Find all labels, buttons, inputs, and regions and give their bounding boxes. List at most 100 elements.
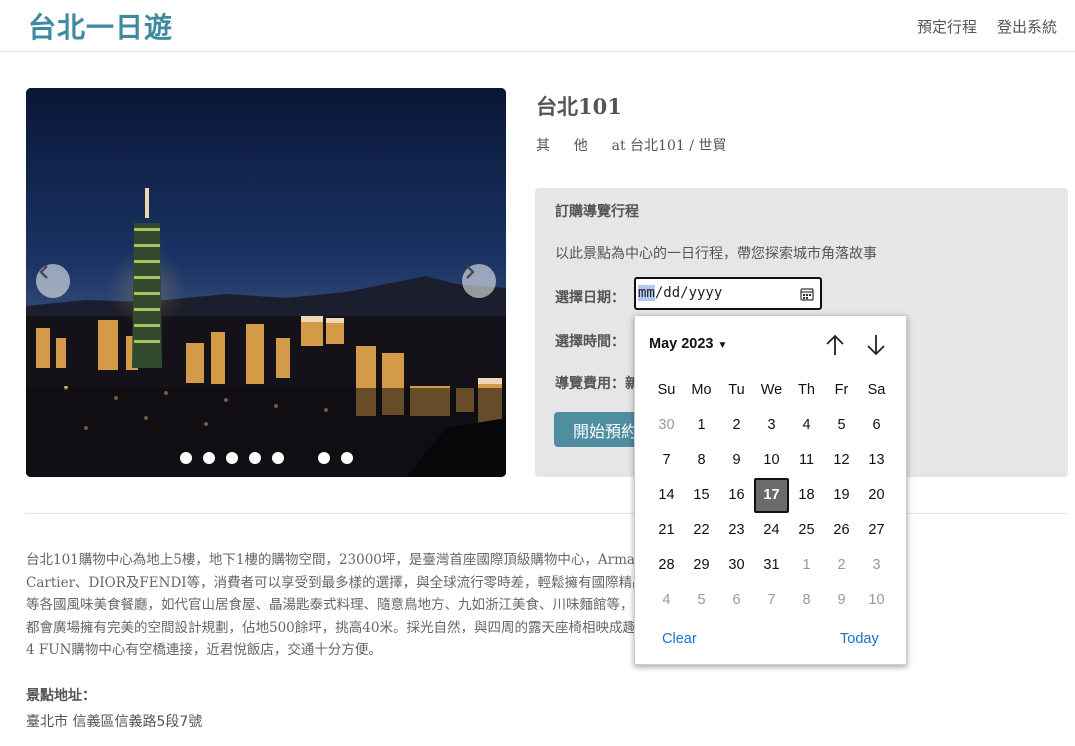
nav-logout[interactable]: 登出系統 [997,16,1057,37]
calendar-day[interactable]: 2 [719,408,754,443]
calendar-day[interactable]: 5 [684,583,719,618]
calendar-week: 7 8 9 10 11 12 13 [649,443,894,478]
attraction-title: 台北101 [536,94,622,119]
calendar-day[interactable]: 10 [754,443,789,478]
calendar-day[interactable]: 8 [789,583,824,618]
calendar-day[interactable]: 4 [789,408,824,443]
calendar-day[interactable]: 12 [824,443,859,478]
calendar-day[interactable]: 26 [824,513,859,548]
calendar-week: 30 1 2 3 4 5 6 [649,408,894,443]
calendar-day[interactable]: 7 [649,443,684,478]
carousel-dot[interactable] [341,452,353,464]
attraction-subtitle: 其他at 台北101 / 世貿 [536,135,726,155]
brand-logo[interactable]: 台北一日遊 [28,6,173,46]
calendar-day[interactable]: 27 [859,513,894,548]
calendar-day[interactable]: 6 [719,583,754,618]
caret-down-icon: ▼ [717,340,728,351]
date-label: 選擇日期： [555,290,625,306]
divider [26,513,1068,514]
calendar-day[interactable]: 4 [649,583,684,618]
calendar-day[interactable]: 18 [789,478,824,513]
calendar-day[interactable]: 5 [824,408,859,443]
carousel-dot[interactable] [318,452,330,464]
calendar-day[interactable]: 1 [684,408,719,443]
time-label: 選擇時間： [555,334,625,350]
carousel-prev-button[interactable] [36,264,70,298]
nav-book-trip[interactable]: 預定行程 [917,16,977,37]
description-line: 4 FUN購物中心有空橋連接，近君悅飯店，交通十分方便。 [26,642,382,658]
calendar-day[interactable]: 1 [789,548,824,583]
datepicker-popup: May 2023 ▼ Su Mo Tu We Th Fr Sa 30 1 2 3 4 5 6 7 8 9 10 1… [634,315,907,665]
description-line: 台北101購物中心為地上5樓，地下1樓的購物空間，23000坪，是臺灣首座國際頂… [26,552,886,568]
clear-button[interactable]: Clear [662,631,697,647]
calendar-day[interactable]: 21 [649,513,684,548]
calendar-day[interactable]: 30 [649,408,684,443]
calendar-week: 21 22 23 24 25 26 27 [649,513,894,548]
weekday-label: Sa [867,382,886,398]
calendar-grid: Su Mo Tu We Th Fr Sa 30 1 2 3 4 5 6 7 8 9 10 11 12 13 14 15 16… [649,373,894,618]
month-selector[interactable]: May 2023 ▼ [649,336,727,352]
attraction-description: 台北101購物中心為地上5樓，地下1樓的購物空間，23000坪，是臺灣首座國際頂… [26,549,1068,662]
fee-label: 導覽費用：新 [555,376,639,392]
calendar-day[interactable]: 9 [719,443,754,478]
today-button[interactable]: Today [840,631,879,647]
calendar-week: 14 15 16 17 18 19 20 [649,478,894,513]
taipei-101-night-photo [26,88,506,477]
date-input[interactable]: mm/dd/yyyy [634,277,822,310]
calendar-day[interactable]: 22 [684,513,719,548]
calendar-day[interactable]: 9 [824,583,859,618]
calendar-day[interactable]: 20 [859,478,894,513]
calendar-day[interactable]: 29 [684,548,719,583]
calendar-day[interactable]: 14 [649,478,684,513]
attraction-location: at 台北101 / 世貿 [611,138,727,154]
carousel-dot[interactable] [180,452,192,464]
calendar-day-selected[interactable]: 17 [754,478,789,513]
description-line: 都會廣場擁有完美的空間設計規劃，佔地500餘坪，挑高40米。採光自然，與四周的露… [26,619,880,636]
carousel-next-button[interactable] [462,264,496,298]
calendar-day[interactable]: 31 [754,548,789,583]
calendar-day[interactable]: 8 [684,443,719,478]
calendar-day[interactable]: 24 [754,513,789,548]
weekday-label: Tu [728,382,745,398]
carousel-dot[interactable] [203,452,215,464]
address-value: 臺北市 信義區信義路5段7號 [26,714,203,730]
calendar-day[interactable]: 13 [859,443,894,478]
calendar-day[interactable]: 3 [859,548,894,583]
carousel-dot[interactable] [226,452,238,464]
description-line: Cartier、DIOR及FENDI等，消費者可以享受到最多樣的選擇，與全球流行… [26,574,889,591]
calendar-day[interactable]: 25 [789,513,824,548]
weekday-label: Mo [691,382,712,398]
calendar-week: 4 5 6 7 8 9 10 [649,583,894,618]
calendar-day[interactable]: 30 [719,548,754,583]
calendar-day[interactable]: 16 [719,478,754,513]
arrow-down-icon[interactable] [865,333,887,357]
chevron-right-icon [466,265,475,279]
calendar-icon[interactable] [800,287,814,301]
calendar-day[interactable]: 2 [824,548,859,583]
weekday-label: Th [798,382,815,398]
calendar-day[interactable]: 6 [859,408,894,443]
calendar-day[interactable]: 3 [754,408,789,443]
calendar-day[interactable]: 28 [649,548,684,583]
calendar-day[interactable]: 23 [719,513,754,548]
booking-heading: 訂購導覽行程 [555,204,639,220]
calendar-day[interactable]: 15 [684,478,719,513]
date-mask-rest: /dd/yyyy [654,285,723,301]
address-label: 景點地址： [26,688,96,704]
carousel-dot[interactable] [249,452,261,464]
calendar-week: 28 29 30 31 1 2 3 [649,548,894,583]
calendar-day[interactable]: 7 [754,583,789,618]
weekday-label: Fr [834,382,849,398]
carousel-dot[interactable] [272,452,284,464]
month-label: May 2023 [649,336,714,352]
calendar-day[interactable]: 19 [824,478,859,513]
arrow-up-icon[interactable] [824,333,846,357]
description-line: 等各國風味美食餐廳，如代官山居食屋、晶湯匙泰式料理、隨意鳥地方、九如浙江美食、川… [26,597,832,613]
carousel-dots [26,452,506,466]
calendar-day[interactable]: 11 [789,443,824,478]
chevron-left-icon [39,265,48,279]
calendar-day[interactable]: 10 [859,583,894,618]
navbar: 台北一日遊 預定行程 登出系統 [0,0,1075,52]
image-carousel [26,88,506,477]
date-input-value: mm/dd/yyyy [638,285,722,301]
